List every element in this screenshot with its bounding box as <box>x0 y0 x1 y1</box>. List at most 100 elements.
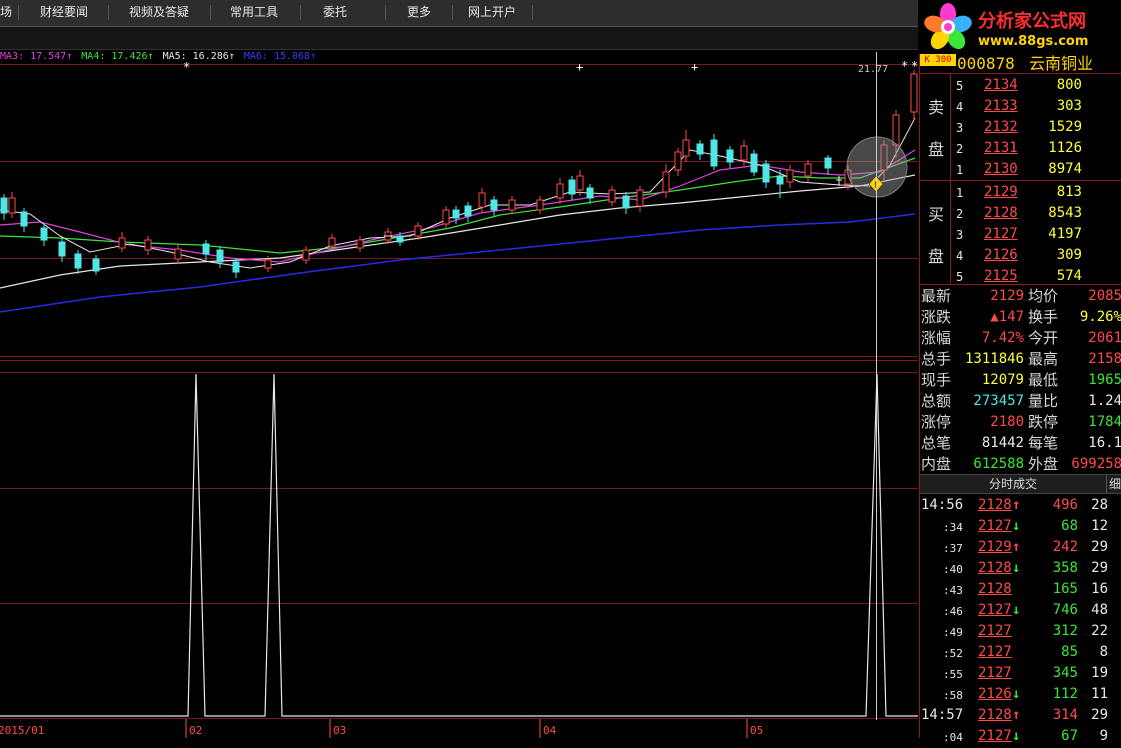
tick-price: 2127 <box>978 623 1012 639</box>
buy-row[interactable]: 1 2129 813 <box>920 182 1121 203</box>
tick-row[interactable]: :52 2127 85 8 <box>920 642 1121 663</box>
tick-price: 2128 <box>978 707 1012 723</box>
tick-time: :43 <box>943 584 963 597</box>
tab-detail[interactable]: 细 <box>1109 475 1121 493</box>
tick-row[interactable]: 14:56 2128 ↑ 496 28 <box>920 495 1121 516</box>
stat-value: 1784 <box>1088 414 1121 430</box>
svg-text:*: * <box>911 59 918 73</box>
stat-label: 总笔 <box>921 434 952 452</box>
sell-price: 2132 <box>984 119 1018 135</box>
menu-item-entrust[interactable]: 委托 <box>323 4 347 20</box>
menu-item-video-qa[interactable]: 视频及答疑 <box>129 4 189 20</box>
high-price-label: 21.77 <box>858 64 888 75</box>
buy-price: 2126 <box>984 247 1018 263</box>
stat-label: 最高 <box>1028 350 1059 368</box>
tick-row[interactable]: :43 2128 165 16 <box>920 579 1121 600</box>
tab-time-sales[interactable]: 分时成交 <box>920 475 1106 493</box>
stat-label: 总额 <box>921 392 952 410</box>
tick-time: :55 <box>943 668 963 681</box>
stock-name[interactable]: 云南铜业 <box>1029 53 1093 74</box>
tick-row[interactable]: :34 2127 ↓ 68 12 <box>920 516 1121 537</box>
tick-time: :34 <box>943 521 963 534</box>
stat-row: 最新 2129 均价 2085 <box>920 286 1121 307</box>
level-number: 2 <box>956 142 964 156</box>
stat-value: 81442 <box>981 435 1024 451</box>
tick-row[interactable]: 14:57 2128 ↑ 314 29 <box>920 705 1121 726</box>
menu-item-market[interactable]: 场 <box>0 4 12 20</box>
stat-row: 总笔 81442 每笔 16.1 <box>920 433 1121 454</box>
tick-time: :40 <box>943 563 963 576</box>
tick-time: :37 <box>943 542 963 555</box>
stock-corner-badge: K 300 <box>920 54 956 66</box>
tick-count: 16 <box>1091 581 1108 597</box>
sell-price: 2133 <box>984 98 1018 114</box>
buy-row[interactable]: 3 2127 4197 <box>920 224 1121 245</box>
tick-row[interactable]: :58 2126 ↓ 112 11 <box>920 684 1121 705</box>
stat-value: 1.24 <box>1088 393 1121 409</box>
stat-value: 12079 <box>981 372 1024 388</box>
buy-volume: 813 <box>1056 184 1082 200</box>
tick-row[interactable]: :46 2127 ↓ 746 48 <box>920 600 1121 621</box>
tick-row[interactable]: :04 2127 ↓ 67 9 <box>920 726 1121 747</box>
tick-volume: 345 <box>1052 665 1078 681</box>
tick-volume: 496 <box>1052 497 1078 513</box>
sell-volume: 800 <box>1056 77 1082 93</box>
x-axis-label: 03 <box>333 724 346 737</box>
tick-price: 2127 <box>978 602 1012 618</box>
stat-label: 内盘 <box>921 455 952 473</box>
tick-row[interactable]: :40 2128 ↓ 358 29 <box>920 558 1121 579</box>
x-axis: 2015/01 02 03 04 05 <box>0 724 763 737</box>
sell-price: 2130 <box>984 161 1018 177</box>
sell-row[interactable]: 1 2130 8974 <box>920 159 1121 180</box>
stat-value: 612588 <box>973 456 1024 472</box>
stat-value: 7.42% <box>981 330 1024 346</box>
sell-row[interactable]: 5 2134 800 <box>920 75 1121 96</box>
stat-row: 总手 1311846 最高 2158 <box>920 349 1121 370</box>
tick-time: 14:56 <box>921 497 964 513</box>
menu-item-tools[interactable]: 常用工具 <box>230 4 278 20</box>
menu-item-finance-news[interactable]: 财经要闻 <box>40 4 88 20</box>
svg-text:*: * <box>183 60 190 74</box>
arrow-down-icon: ↓ <box>1012 560 1021 576</box>
tick-volume: 68 <box>1061 518 1078 534</box>
sell-row[interactable]: 3 2132 1529 <box>920 117 1121 138</box>
stat-row: 涨幅 7.42% 今开 2061 <box>920 328 1121 349</box>
buy-row[interactable]: 4 2126 309 <box>920 245 1121 266</box>
menu-separator <box>210 5 211 20</box>
tick-count: 12 <box>1091 518 1108 534</box>
tick-time: 14:57 <box>921 707 964 723</box>
tick-count: 19 <box>1091 665 1108 681</box>
sell-volume: 1126 <box>1048 140 1082 156</box>
sell-row[interactable]: 2 2131 1126 <box>920 138 1121 159</box>
menu-item-more[interactable]: 更多 <box>407 4 431 20</box>
menu-item-open-account[interactable]: 网上开户 <box>468 4 516 20</box>
stat-row: 现手 12079 最低 1965 <box>920 370 1121 391</box>
tick-price: 2128 <box>978 581 1012 597</box>
stock-code[interactable]: 000878 <box>957 53 1015 74</box>
tick-row[interactable]: :55 2127 345 19 <box>920 663 1121 684</box>
level-number: 4 <box>956 249 964 263</box>
indicator-line <box>0 373 918 717</box>
tick-row[interactable]: :37 2129 ↑ 242 29 <box>920 537 1121 558</box>
buy-row[interactable]: 2 2128 8543 <box>920 203 1121 224</box>
sell-row[interactable]: 4 2133 303 <box>920 96 1121 117</box>
menu-separator <box>452 5 453 20</box>
tick-count: 9 <box>1099 728 1108 744</box>
stat-value: 273457 <box>973 393 1024 409</box>
arrow-down-icon: ↓ <box>1012 728 1021 744</box>
kline-chart[interactable]: * + + * * 21.77 ! 2015/01 02 03 04 05 <box>0 50 918 738</box>
tick-price: 2129 <box>978 539 1012 555</box>
stat-label: 现手 <box>921 371 952 389</box>
tick-volume: 242 <box>1052 539 1078 555</box>
stat-label: 换手 <box>1028 308 1059 326</box>
stat-value: 1311846 <box>964 351 1024 367</box>
stat-label: 总手 <box>921 350 952 368</box>
sell-volume: 8974 <box>1048 161 1082 177</box>
stat-label: 均价 <box>1028 287 1059 305</box>
tick-row[interactable]: :49 2127 312 22 <box>920 621 1121 642</box>
stat-value: 2158 <box>1088 351 1121 367</box>
stat-row: 内盘 612588 外盘 699258 <box>920 454 1121 475</box>
logo-url: www.88gs.com <box>978 34 1089 49</box>
arrow-up-icon: ↑ <box>1012 497 1021 513</box>
tick-price: 2126 <box>978 686 1012 702</box>
